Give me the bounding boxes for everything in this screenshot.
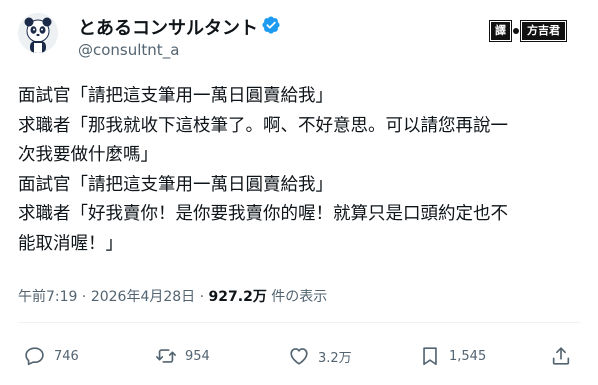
author-handle[interactable]: @consultnt_a [78,41,179,59]
reply-icon [25,347,44,366]
reply-button[interactable]: 746 [24,344,79,368]
tweet-meta: 午前7:19 · 2026年4月28日 · 927.2万 件の表示 [18,286,327,306]
tweet-text: 面試官「請把這支筆用一萬日圓賣給我」 求職者「那我就收下這枝筆了。啊、不好意思。… [18,82,586,259]
tweet-text-line: 次我要做什麼嗎」 [18,145,158,165]
meta-separator: · [199,289,205,305]
like-icon [290,348,308,365]
reply-count: 746 [54,348,79,364]
like-button[interactable]: 3.2万 [288,344,352,368]
repost-button[interactable]: 954 [155,344,210,368]
watermark-dot [513,27,519,34]
share-icon [552,347,570,365]
divider [18,322,580,323]
bookmark-count: 1,545 [449,348,487,364]
share-button[interactable] [550,344,572,368]
tweet-text-line: 面試官「請把這支筆用一萬日圓賣給我」 [18,86,333,106]
panda-avatar-icon [18,13,58,53]
tweet-text-line: 求職者「那我就收下這枝筆了。啊、不好意思。可以請您再說一 [18,115,508,136]
like-count: 3.2万 [318,350,352,366]
views-label[interactable]: 件の表示 [271,289,327,305]
repost-count: 954 [185,348,210,364]
author-name[interactable]: とあるコンサルタント [78,14,258,40]
avatar[interactable] [18,13,58,53]
views-count[interactable]: 927.2万 [209,289,267,305]
translator-watermark: 譯 方吉君 [490,20,566,41]
bookmark-icon [423,347,437,366]
tweet-text-line: 能取消喔！」 [18,233,123,254]
watermark-label: 譯 [490,20,511,41]
watermark-name: 方吉君 [521,20,566,41]
verified-badge-icon [262,16,280,34]
repost-icon [156,349,176,363]
bookmark-button[interactable]: 1,545 [419,344,486,368]
tweet-text-line: 求職者「好我賣你！是你要我賣你的喔！就算只是口頭約定也不 [18,204,508,224]
meta-separator: · [81,289,87,305]
tweet-text-line: 面試官「請把這支筆用一萬日圓賣給我」 [18,174,333,195]
tweet-date[interactable]: 2026年4月28日 [91,289,195,305]
tweet-time[interactable]: 午前7:19 [18,289,77,305]
